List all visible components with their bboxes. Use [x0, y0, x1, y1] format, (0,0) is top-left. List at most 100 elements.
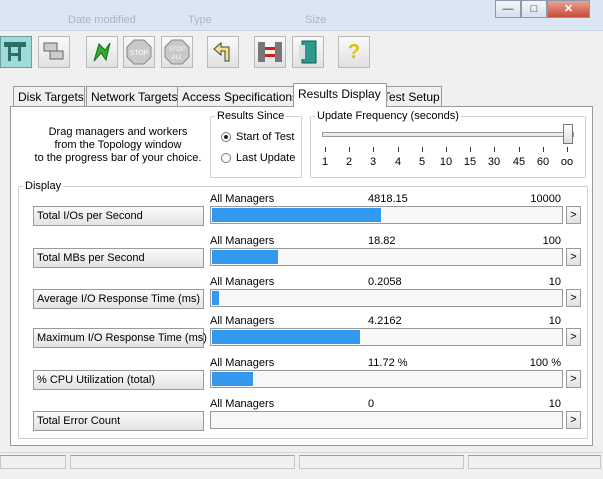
maximize-button[interactable]: □	[521, 0, 547, 18]
metric-value: 4.2162	[368, 315, 402, 327]
frequency-tick-mark	[470, 147, 471, 152]
frequency-tick-mark	[543, 147, 544, 152]
close-button[interactable]: ✕	[547, 0, 590, 18]
frequency-tick-label: 5	[418, 156, 426, 168]
metric-button[interactable]: Total MBs per Second	[33, 248, 204, 268]
status-segment-3	[299, 455, 464, 469]
stop-all-button[interactable]: STOP ALL	[161, 36, 193, 68]
progress-bar[interactable]	[210, 411, 563, 429]
expand-button[interactable]: >	[566, 248, 581, 266]
metric-max: 100	[542, 235, 561, 247]
frequency-slider-thumb[interactable]	[563, 124, 573, 144]
metric-button[interactable]: % CPU Utilization (total)	[33, 370, 204, 390]
frequency-tick-label: 45	[512, 156, 526, 168]
progress-bar[interactable]	[210, 289, 563, 307]
tab-network-targets[interactable]: Network Targets	[86, 86, 186, 106]
drag-instructions: Drag managers and workers from the Topol…	[28, 126, 208, 165]
frequency-tick-mark	[373, 147, 374, 152]
metric-button[interactable]: Total I/Os per Second	[33, 206, 204, 226]
tab-results-display[interactable]: Results Display	[293, 83, 387, 107]
frequency-tick-mark	[422, 147, 423, 152]
network-icon	[258, 42, 282, 62]
stop-label: STOP	[130, 50, 149, 57]
stop-button[interactable]: STOP	[123, 36, 155, 68]
metric-value: 18.82	[368, 235, 396, 247]
progress-bar[interactable]	[210, 248, 563, 266]
expand-button[interactable]: >	[566, 370, 581, 388]
radio-last-indicator	[221, 153, 231, 163]
metric-button[interactable]: Total Error Count	[33, 411, 204, 431]
metric-max: 10	[548, 276, 561, 288]
manager-label: All Managers	[210, 276, 275, 288]
frequency-tick-label: 1	[321, 156, 329, 168]
frequency-tick-mark	[398, 147, 399, 152]
expand-button[interactable]: >	[566, 289, 581, 307]
display-title: Display	[25, 180, 62, 192]
ghost-header-size: Size	[305, 14, 327, 26]
stop-all-label-bottom: ALL	[172, 55, 183, 61]
progress-bar[interactable]	[210, 206, 563, 224]
minimize-button[interactable]: —	[495, 0, 521, 18]
metric-button[interactable]: Maximum I/O Response Time (ms)	[33, 328, 207, 348]
expand-button[interactable]: >	[566, 411, 581, 429]
frequency-tick-mark	[519, 147, 520, 152]
metric-max: 10	[548, 315, 561, 327]
frequency-tick-label: 3	[369, 156, 377, 168]
topology-button[interactable]	[0, 36, 32, 68]
metric-button[interactable]: Average I/O Response Time (ms)	[33, 289, 204, 309]
start-test-button[interactable]	[86, 36, 118, 68]
frequency-tick-mark	[349, 147, 350, 152]
stop-sign-icon: STOP	[126, 39, 152, 65]
frequency-tick-label: 4	[394, 156, 402, 168]
radio-start-of-test[interactable]: Start of Test	[221, 131, 295, 143]
frequency-tick-label: 10	[439, 156, 453, 168]
manager-label: All Managers	[210, 193, 275, 205]
manager-label: All Managers	[210, 398, 275, 410]
stop-all-icon: STOP ALL	[164, 39, 190, 65]
metric-value: 0.2058	[368, 276, 402, 288]
window-controls: — □ ✕	[495, 0, 590, 19]
frequency-tick-label: 2	[345, 156, 353, 168]
radio-start-label: Start of Test	[236, 131, 295, 143]
frequency-tick-mark	[567, 147, 568, 152]
network-button[interactable]	[254, 36, 286, 68]
stop-all-label-top: STOP	[169, 47, 185, 53]
topology-icon	[4, 42, 26, 61]
door-icon	[299, 40, 317, 64]
radio-last-update[interactable]: Last Update	[221, 152, 295, 164]
frequency-tick-label: 60	[536, 156, 550, 168]
expand-button[interactable]: >	[566, 206, 581, 224]
reset-button[interactable]	[207, 36, 239, 68]
help-button[interactable]: ?	[338, 36, 370, 68]
progress-bar-fill	[212, 291, 219, 305]
workers-button[interactable]	[38, 36, 70, 68]
frequency-slider-track[interactable]	[322, 132, 574, 137]
status-segment-4	[468, 455, 601, 469]
frequency-tick-label: oo	[560, 156, 574, 168]
progress-bar-fill	[212, 208, 381, 222]
metric-max: 10000	[530, 193, 561, 205]
tab-access-specifications[interactable]: Access Specifications	[177, 86, 305, 106]
frequency-tick-mark	[446, 147, 447, 152]
exit-button[interactable]	[292, 36, 324, 68]
progress-bar-fill	[212, 330, 360, 344]
frequency-tick-label: 15	[463, 156, 477, 168]
update-frequency-title: Update Frequency (seconds)	[317, 110, 459, 122]
frequency-tick-label: 30	[487, 156, 501, 168]
radio-last-label: Last Update	[236, 152, 296, 164]
ghost-header-date: Date modified	[68, 14, 136, 26]
status-segment-1	[0, 455, 66, 469]
metric-value: 4818.15	[368, 193, 408, 205]
info-line-3: to the progress bar of your choice.	[34, 152, 202, 164]
tab-disk-targets[interactable]: Disk Targets	[13, 86, 85, 106]
tab-test-setup[interactable]: Test Setup	[378, 86, 442, 106]
help-icon: ?	[347, 40, 361, 63]
progress-bar[interactable]	[210, 370, 563, 388]
progress-bar[interactable]	[210, 328, 563, 346]
workers-icon	[43, 42, 64, 60]
manager-label: All Managers	[210, 315, 275, 327]
progress-bar-fill	[212, 250, 278, 264]
info-line-2: from the Topology window	[54, 139, 182, 151]
metric-value: 11.72 %	[368, 357, 408, 369]
expand-button[interactable]: >	[566, 328, 581, 346]
